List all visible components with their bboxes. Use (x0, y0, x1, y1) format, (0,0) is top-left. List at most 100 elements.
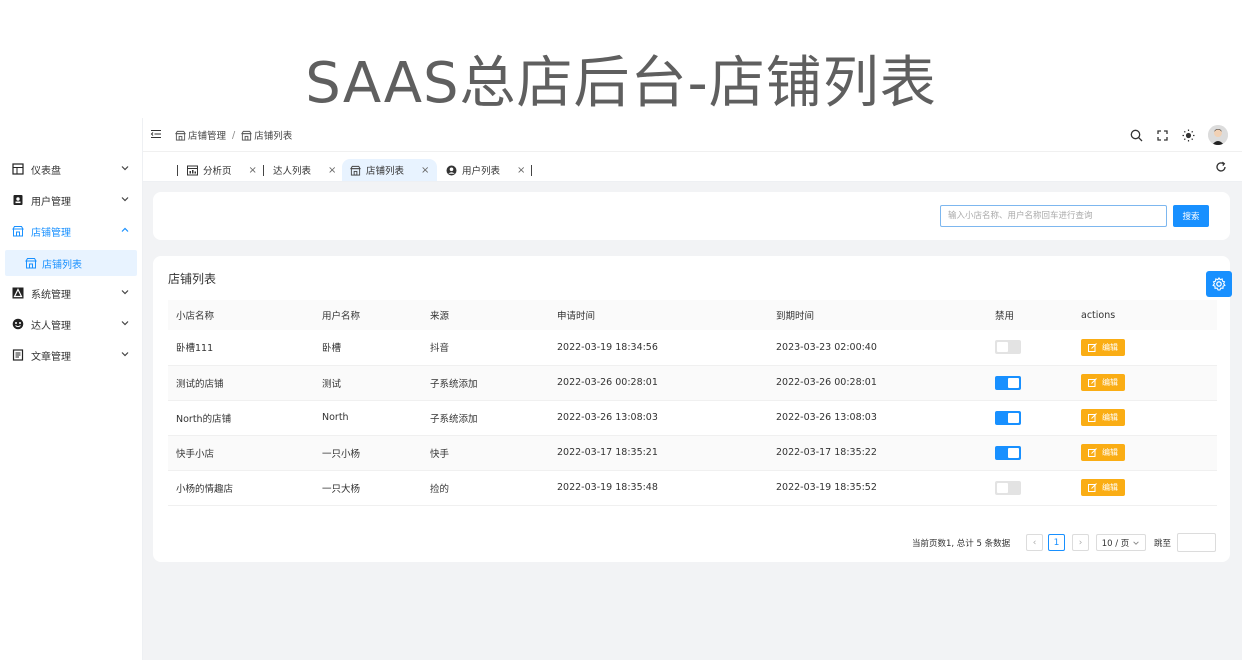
apply-time-cell: 2022-03-17 18:35:21 (549, 435, 768, 471)
chevron-down-icon (121, 197, 129, 202)
chart-icon (187, 165, 198, 176)
theme-icon[interactable] (1180, 127, 1196, 143)
tab-influencer-list[interactable]: 达人列表 × (263, 159, 336, 181)
source-cell: 子系统添加 (422, 400, 549, 436)
store-icon (241, 130, 253, 141)
search-input[interactable] (940, 205, 1167, 227)
dashboard-icon (12, 163, 24, 175)
column-header: 小店名称 (168, 300, 314, 330)
sidebar-subitem-store-list[interactable]: 店铺列表 (5, 250, 137, 276)
column-header: 禁用 (987, 300, 1073, 330)
column-header: 到期时间 (768, 300, 987, 330)
breadcrumb-item: 店铺列表 (254, 131, 293, 142)
edit-button[interactable]: 编辑 (1081, 374, 1125, 391)
sidebar-subitem-label: 店铺列表 (42, 259, 82, 271)
table-card: 店铺列表 小店名称 用户名称 来源 申请时间 到期时间 禁用 actions 卧… (153, 256, 1230, 562)
breadcrumb: 店铺管理 / 店铺列表 (175, 128, 292, 142)
search-card: 搜索 (153, 192, 1230, 240)
close-icon[interactable]: × (421, 165, 429, 176)
edit-button[interactable]: 编辑 (1081, 338, 1125, 356)
edit-label: 编辑 (1102, 378, 1118, 387)
apply-time-cell: 2022-03-19 18:34:56 (549, 330, 768, 366)
page-size-select[interactable]: 10 / 页 (1096, 534, 1146, 551)
tab-user-list[interactable]: 用户列表 × (446, 159, 525, 181)
prev-page-button[interactable]: ‹ (1026, 534, 1043, 551)
avatar[interactable] (1208, 125, 1228, 145)
edit-label: 编辑 (1102, 448, 1118, 457)
edit-button[interactable]: 编辑 (1081, 409, 1125, 426)
search-button[interactable]: 搜索 (1173, 205, 1209, 227)
chevron-down-icon (121, 321, 129, 326)
search-icon[interactable] (1128, 127, 1144, 143)
tab-label: 分析页 (203, 166, 232, 177)
source-cell: 子系统添加 (422, 365, 549, 401)
close-icon[interactable]: × (328, 165, 336, 176)
source-cell: 快手 (422, 435, 549, 471)
user-name-cell: North (314, 400, 422, 436)
sidebar-item-influencers[interactable]: 达人管理 (0, 310, 143, 338)
disable-toggle[interactable] (995, 340, 1021, 355)
article-icon (12, 349, 24, 361)
disable-toggle[interactable] (995, 375, 1021, 390)
chevron-down-icon (121, 352, 129, 357)
user-card-icon (12, 194, 24, 206)
table-row: 小杨的情趣店 一只大杨 捡的 2022-03-19 18:35:48 2022-… (168, 470, 1217, 506)
sidebar-item-articles[interactable]: 文章管理 (0, 341, 143, 369)
edit-label: 编辑 (1102, 342, 1118, 352)
user-name-cell: 一只大杨 (314, 470, 422, 506)
store-icon (25, 257, 37, 269)
close-icon[interactable]: × (517, 165, 525, 176)
breadcrumb-separator: / (232, 129, 236, 141)
expire-time-cell: 2022-03-19 18:35:52 (768, 470, 987, 506)
table-row: 快手小店 一只小杨 快手 2022-03-17 18:35:21 2022-03… (168, 435, 1217, 471)
settings-button[interactable] (1206, 271, 1232, 297)
edit-button[interactable]: 编辑 (1081, 479, 1125, 496)
apply-time-cell: 2022-03-26 00:28:01 (549, 365, 768, 401)
gear-icon (1212, 277, 1226, 291)
pagination: 当前页数1, 总计 5 条数据 ‹ 1 › 10 / 页 跳至 (153, 532, 1230, 552)
source-cell: 抖音 (422, 330, 549, 366)
user-name-cell: 一只小杨 (314, 435, 422, 471)
edit-label: 编辑 (1102, 413, 1118, 422)
next-page-button[interactable]: › (1072, 534, 1089, 551)
page-number-button[interactable]: 1 (1048, 534, 1065, 551)
sidebar: 仪表盘 用户管理 店铺管理 店铺列表 系统管理 达人管理 文章管理 (0, 118, 143, 660)
shop-name-cell: 快手小店 (168, 435, 314, 471)
close-icon[interactable]: × (249, 165, 257, 176)
tab-label: 店铺列表 (366, 166, 405, 177)
sidebar-item-label: 系统管理 (31, 289, 71, 301)
sidebar-item-users[interactable]: 用户管理 (0, 186, 143, 214)
source-cell: 捡的 (422, 470, 549, 506)
sidebar-item-stores[interactable]: 店铺管理 (0, 217, 143, 245)
expire-time-cell: 2022-03-26 00:28:01 (768, 365, 987, 401)
disable-toggle[interactable] (995, 410, 1021, 425)
sidebar-item-dashboard[interactable]: 仪表盘 (0, 155, 143, 183)
edit-button[interactable]: 编辑 (1081, 444, 1125, 461)
edit-icon (1088, 413, 1097, 422)
sidebar-item-system[interactable]: 系统管理 (0, 279, 143, 307)
menu-collapse-icon[interactable] (150, 128, 162, 140)
jump-page-input[interactable] (1177, 533, 1216, 552)
table-header-row: 小店名称 用户名称 来源 申请时间 到期时间 禁用 actions (168, 300, 1217, 330)
tab-label: 达人列表 (273, 166, 312, 177)
table-row: 卧槽111 卧槽 抖音 2022-03-19 18:34:56 2023-03-… (168, 330, 1217, 366)
page-size-value: 10 / 页 (1101, 538, 1130, 549)
chevron-up-icon (121, 227, 129, 232)
breadcrumb-item[interactable]: 店铺管理 (188, 128, 226, 142)
disable-toggle[interactable] (995, 480, 1021, 495)
user-icon (446, 165, 457, 176)
shop-name-cell: North的店铺 (168, 400, 314, 436)
fullscreen-icon[interactable] (1154, 127, 1170, 143)
pagination-total: 当前页数1, 总计 5 条数据 (912, 539, 1011, 549)
refresh-icon[interactable] (1215, 161, 1227, 173)
table-row: 测试的店铺 测试 子系统添加 2022-03-26 00:28:01 2022-… (168, 365, 1217, 401)
table-row: North的店铺 North 子系统添加 2022-03-26 13:08:03… (168, 400, 1217, 436)
shop-name-cell: 测试的店铺 (168, 365, 314, 401)
user-name-cell: 测试 (314, 365, 422, 401)
tab-store-list[interactable]: 店铺列表 × (342, 159, 438, 181)
chevron-down-icon (1133, 540, 1140, 545)
disable-toggle[interactable] (995, 445, 1021, 460)
expire-time-cell: 2023-03-23 02:00:40 (768, 330, 987, 366)
tab-analysis[interactable]: 分析页 × (177, 159, 257, 181)
sidebar-item-label: 仪表盘 (31, 165, 61, 177)
